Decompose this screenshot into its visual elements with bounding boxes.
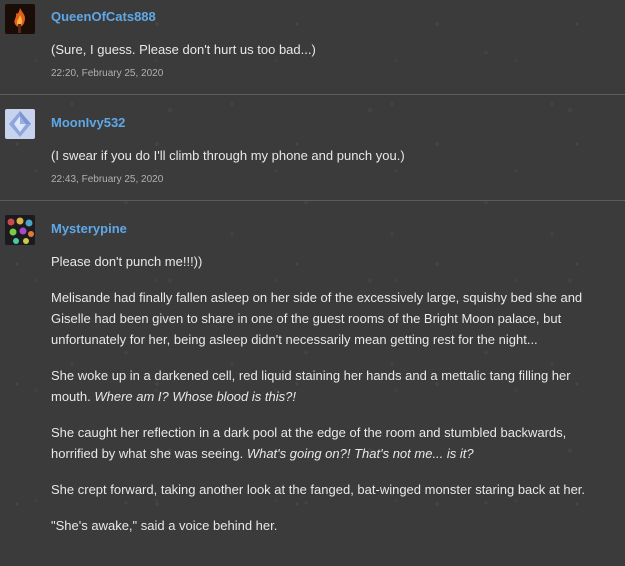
comment-timestamp: 22:20, February 25, 2020 [51, 68, 164, 79]
username-link[interactable]: QueenOfCats888 [51, 9, 156, 24]
paragraph-italic-text: What's going on?! That's not me... is it… [246, 446, 474, 461]
comment-divider [0, 94, 625, 95]
comment-paragraph: Please don't punch me!!!)) [51, 254, 203, 269]
gems-avatar-icon[interactable] [5, 215, 35, 245]
comment-timestamp: 22:43, February 25, 2020 [51, 174, 164, 185]
comment-paragraph: She woke up in a darkened cell, red liqu… [51, 365, 613, 407]
comment-paragraph: (I swear if you do I'll climb through my… [51, 148, 405, 163]
comment-thread: QueenOfCats888 (Sure, I guess. Please do… [0, 0, 625, 566]
comment-body: Please don't punch me!!!)) Melisande had… [51, 251, 613, 551]
fire-avatar-icon[interactable] [5, 4, 35, 34]
comment-paragraph: She crept forward, taking another look a… [51, 482, 586, 497]
comment-divider [0, 200, 625, 201]
crystal-avatar-icon[interactable] [5, 109, 35, 139]
comment-paragraph: She caught her reflection in a dark pool… [51, 422, 613, 464]
username-link[interactable]: Mysterypine [51, 221, 127, 236]
username-link[interactable]: MoonIvy532 [51, 115, 125, 130]
comment-paragraph: "She's awake," said a voice behind her. [51, 518, 278, 533]
paragraph-italic-text: Where am I? Whose blood is this?! [94, 389, 296, 404]
comment-paragraph: Melisande had finally fallen asleep on h… [51, 290, 583, 347]
comment-paragraph: (Sure, I guess. Please don't hurt us too… [51, 42, 316, 57]
